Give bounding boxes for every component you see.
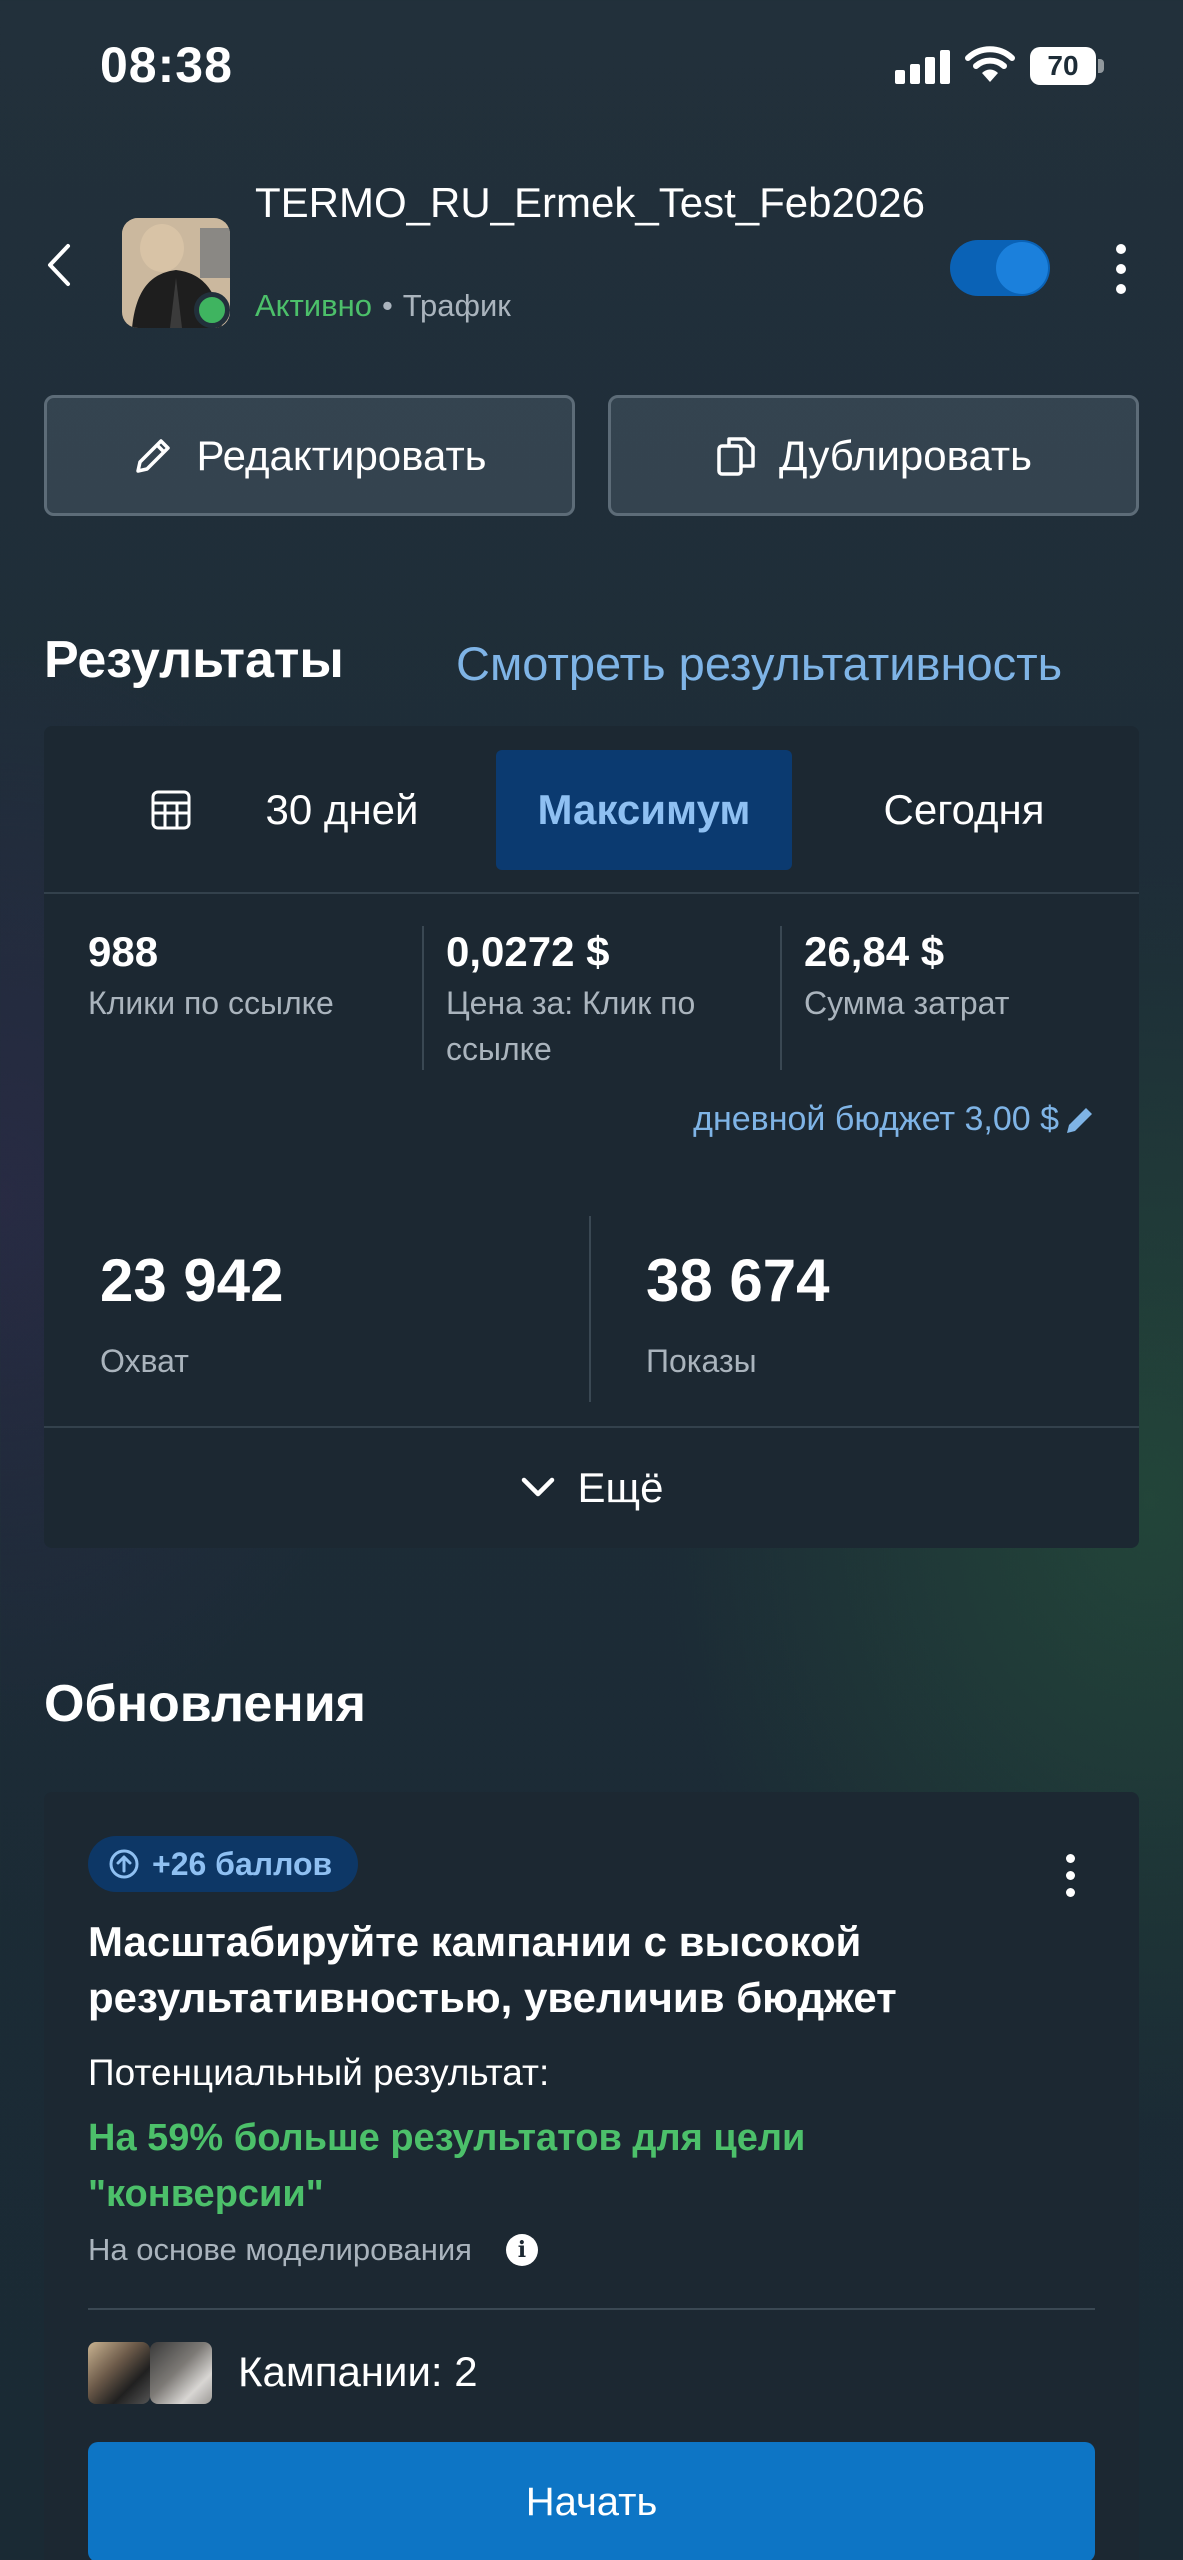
- campaign-toggle[interactable]: [950, 240, 1050, 296]
- edit-button-label: Редактировать: [196, 431, 487, 479]
- metric-label: Сумма затрат: [804, 985, 1010, 1021]
- show-more-label: Ещё: [577, 1464, 664, 1511]
- period-today[interactable]: Сегодня: [834, 750, 1094, 870]
- metric-link-clicks: 988 Клики по ссылке: [88, 928, 408, 1026]
- campaign-thumbnails: [88, 2342, 212, 2404]
- score-badge-label: +26 баллов: [152, 1845, 333, 1882]
- metric-label: Цена за: Клик по ссылке: [446, 985, 696, 1067]
- campaign-thumbnail: [150, 2342, 212, 2404]
- metric-label: Охват: [100, 1343, 189, 1379]
- metric-value: 38 674: [646, 1247, 830, 1314]
- more-options-icon[interactable]: [1105, 242, 1137, 296]
- campaigns-count: Кампании: 2: [238, 2348, 478, 2395]
- info-icon[interactable]: i: [505, 2234, 538, 2266]
- pencil-icon: [136, 438, 171, 473]
- start-button[interactable]: Начать: [88, 2442, 1095, 2560]
- potential-result-label: Потенциальный результат:: [88, 2052, 550, 2093]
- duplicate-button[interactable]: Дублировать: [608, 395, 1139, 516]
- metric-impressions: 38 674 Показы: [646, 1246, 830, 1380]
- start-button-label: Начать: [525, 2479, 658, 2524]
- campaign-name: TERMO_RU_Ermek_Test_Feb2026: [255, 179, 925, 226]
- results-card: 30 дней Максимум Сегодня 988 Клики по сс…: [44, 726, 1139, 1548]
- metric-amount-spent: 26,84 $ Сумма затрат: [804, 928, 1124, 1026]
- chevron-down-icon: [521, 1477, 554, 1497]
- active-status-dot: [194, 292, 230, 328]
- metric-cost-per-click: 0,0272 $ Цена за: Клик по ссылке: [446, 928, 746, 1072]
- battery-level: 70: [1047, 50, 1079, 81]
- potential-result-value: На 59% больше результатов для цели "конв…: [88, 2117, 806, 2215]
- metric-value: 0,0272 $: [446, 928, 610, 975]
- calendar-table-icon: [151, 790, 191, 830]
- wifi-icon: [965, 44, 1015, 84]
- arrow-up-circle-icon: [109, 1849, 139, 1879]
- metric-value: 23 942: [100, 1247, 284, 1314]
- battery-icon: 70: [1030, 47, 1104, 85]
- metric-value: 988: [88, 928, 159, 975]
- modeling-note-label: На основе моделирования: [88, 2232, 472, 2267]
- score-badge: +26 баллов: [88, 1836, 359, 1892]
- campaign-thumbnail: [88, 2342, 150, 2404]
- period-maximum-label: Максимум: [537, 786, 751, 833]
- update-options-icon[interactable]: [1059, 1854, 1083, 1898]
- period-30-days-label: 30 дней: [265, 786, 419, 833]
- status-time: 08:38: [100, 37, 233, 93]
- status-separator: •: [381, 288, 393, 323]
- status-active-label: Активно: [255, 288, 372, 323]
- period-today-label: Сегодня: [883, 786, 1045, 833]
- back-chevron-icon[interactable]: [40, 240, 80, 290]
- update-card: +26 баллов Масштабируйте кампании с высо…: [44, 1792, 1139, 2560]
- modeling-note: На основе моделирования i: [88, 2232, 538, 2268]
- metric-label: Показы: [646, 1343, 757, 1379]
- period-maximum[interactable]: Максимум: [496, 750, 792, 870]
- duplicate-button-label: Дублировать: [778, 431, 1033, 479]
- update-card-title: Масштабируйте кампании с высокой результ…: [88, 1918, 897, 2021]
- campaign-status-line: Активно • Трафик: [255, 288, 511, 324]
- updates-title: Обновления: [44, 1675, 367, 1733]
- results-title: Результаты: [44, 631, 344, 689]
- period-30-days[interactable]: 30 дней: [104, 750, 464, 870]
- edit-button[interactable]: Редактировать: [44, 395, 575, 516]
- edit-pencil-icon: [1067, 1107, 1092, 1133]
- view-performance-link[interactable]: Смотреть результативность: [456, 636, 1062, 691]
- period-selector: 30 дней Максимум Сегодня: [44, 726, 1139, 894]
- metric-value: 26,84 $: [804, 928, 945, 975]
- cellular-signal-icon: [895, 50, 951, 84]
- daily-budget-link[interactable]: дневной бюджет 3,00 $: [693, 1100, 1097, 1139]
- duplicate-icon: [717, 436, 755, 476]
- metric-label: Клики по ссылке: [88, 985, 334, 1021]
- show-more-button[interactable]: Ещё: [44, 1426, 1139, 1548]
- metric-reach: 23 942 Охват: [100, 1246, 284, 1380]
- objective-label: Трафик: [402, 288, 511, 323]
- daily-budget-label: дневной бюджет 3,00 $: [693, 1100, 1059, 1138]
